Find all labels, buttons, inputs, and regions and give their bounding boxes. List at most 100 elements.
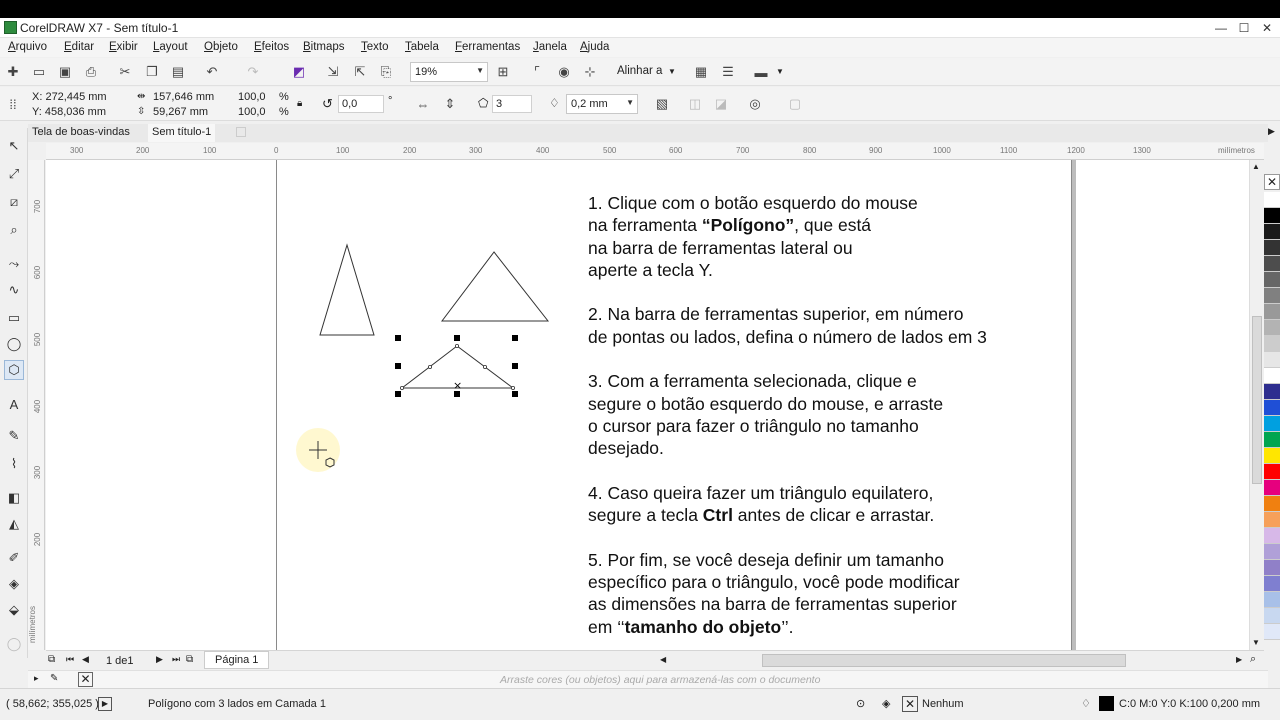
freehand-tool-icon[interactable]: ⤳ [4,254,24,274]
print-icon[interactable]: ⎙ [82,63,100,81]
color-swatch[interactable] [1264,304,1280,320]
publish-pdf-icon[interactable]: ⎘ [377,63,395,81]
rotation-angle-field[interactable]: 0,0 [338,95,384,113]
menu-editar[interactable]: Editar [64,41,94,53]
transparency-tool-icon[interactable]: ◭ [4,514,24,534]
color-swatch[interactable] [1264,560,1280,576]
export-icon[interactable]: ⇱ [351,63,369,81]
color-swatch[interactable] [1264,192,1280,208]
pick-tool-icon[interactable]: ↖ [4,136,24,156]
triangle-shape[interactable] [319,243,375,336]
color-swatch[interactable] [1264,528,1280,544]
snap-to-dropdown[interactable]: Alinhar a [617,65,662,77]
crop-tool-icon[interactable]: ⧄ [4,192,24,212]
polygon-sides-field[interactable]: 3 [492,95,532,113]
drop-shadow-icon[interactable]: ◧ [4,488,24,508]
previous-page-icon[interactable]: ◀ [82,654,89,665]
copy-icon[interactable]: ❐ [143,63,161,81]
window-layout-icon[interactable]: ▬ [752,63,770,81]
color-swatch[interactable] [1264,624,1280,640]
position-x-value[interactable]: X: 272,445 mm [32,91,107,103]
color-swatch[interactable] [1264,448,1280,464]
page-tab[interactable]: Página 1 [204,651,270,669]
menu-ajuda[interactable]: Ajuda [580,41,609,53]
outline-width-select[interactable]: 0,2 mm ▼ [566,94,638,114]
rectangle-tool-icon[interactable]: ▭ [4,308,24,328]
new-tab-icon[interactable] [236,127,246,137]
mirror-horizontal-icon[interactable]: ⇔ [414,95,432,113]
object-origin-icon[interactable]: ⁞⁞ [4,95,22,113]
palette-options-icon[interactable]: ▸ [34,673,39,684]
menu-texto[interactable]: Texto [361,41,389,53]
interactive-fill-icon[interactable]: ◈ [4,574,24,594]
first-page-icon[interactable]: ⏮ [66,654,74,665]
add-page-icon[interactable]: ⧉ [48,654,55,665]
redo-icon[interactable]: ↷ [244,63,262,81]
maximize-button[interactable]: ☐ [1233,18,1255,38]
triangle-shape[interactable] [440,251,550,322]
color-swatch[interactable] [1264,256,1280,272]
no-color-swatch-icon[interactable]: ✕ [1264,174,1280,190]
menu-bitmaps[interactable]: Bitmaps [303,41,345,53]
zoom-tool-icon[interactable]: ⌕ [4,220,24,240]
color-swatch[interactable] [1264,400,1280,416]
vertical-scrollbar[interactable]: ▲ ▼ [1249,160,1263,650]
color-swatch[interactable] [1264,224,1280,240]
mirror-vertical-icon[interactable]: ⇕ [441,95,459,113]
menu-efeitos[interactable]: Efeitos [254,41,289,53]
full-screen-icon[interactable]: ⊞ [494,63,512,81]
color-swatch[interactable] [1264,240,1280,256]
options-icon[interactable]: ▦ [692,63,710,81]
wrap-text-icon[interactable]: ▧ [653,95,671,113]
ellipse-tool-icon[interactable]: ◯ [4,334,24,354]
color-swatch[interactable] [1264,384,1280,400]
no-color-swatch-icon[interactable]: ✕ [78,672,93,687]
next-page-icon[interactable]: ▶ [156,654,163,665]
color-swatch[interactable] [1264,208,1280,224]
import-icon[interactable]: ⇲ [324,63,342,81]
last-page-icon[interactable]: ⏭ [172,654,180,665]
object-height-value[interactable]: 59,267 mm [153,106,208,118]
color-swatch[interactable] [1264,496,1280,512]
eyedropper-icon[interactable]: ✎ [50,673,58,684]
play-icon[interactable]: ▶ [98,697,112,711]
vertical-scroll-thumb[interactable] [1252,316,1262,484]
tab-untitled-document[interactable]: Sem título-1 [148,124,216,142]
open-folder-icon[interactable]: ▭ [30,63,48,81]
fill-info-icon[interactable]: ⊙ [856,697,865,710]
tabs-scroll-arrow-icon[interactable]: ▶ [1268,126,1275,137]
color-swatch[interactable] [1264,432,1280,448]
shape-tool-icon[interactable]: ⤢ [4,164,24,184]
color-swatch[interactable] [1264,592,1280,608]
color-swatch[interactable] [1264,320,1280,336]
menu-arquivo[interactable]: Arquivo [8,41,47,53]
menu-exibir[interactable]: Exibir [109,41,138,53]
drawing-canvas[interactable]: × 1. Clique com o botão esquerdo do mous… [46,160,1249,650]
position-y-value[interactable]: Y: 458,036 mm [32,106,106,118]
quick-customize-icon[interactable]: ◯ [4,634,24,654]
scale-x-value[interactable]: 100,0 [238,91,266,103]
scroll-down-icon[interactable]: ▼ [1252,638,1260,647]
weld-icon[interactable]: ◫ [686,95,704,113]
color-swatch[interactable] [1264,368,1280,384]
convert-to-curves-icon[interactable]: ◎ [746,95,764,113]
menu-ferramentas[interactable]: Ferramentas [455,41,520,53]
scroll-up-icon[interactable]: ▲ [1252,162,1260,171]
quick-customize-icon[interactable]: ▢ [786,95,804,113]
connector-tool-icon[interactable]: ⌇ [4,454,24,474]
show-rulers-icon[interactable]: ⌜ [528,63,546,81]
color-swatch[interactable] [1264,352,1280,368]
scroll-left-icon[interactable]: ◀ [660,655,666,664]
save-icon[interactable]: ▣ [56,63,74,81]
menu-objeto[interactable]: Objeto [204,41,238,53]
scale-y-value[interactable]: 100,0 [238,106,266,118]
cut-icon[interactable]: ✂ [116,63,134,81]
object-width-value[interactable]: 157,646 mm [153,91,214,103]
outline-pen-icon[interactable]: ♢ [1081,697,1091,710]
new-document-icon[interactable]: ✚ [4,63,22,81]
parallel-dimension-icon[interactable]: ✎ [4,426,24,446]
color-swatch[interactable] [1264,464,1280,480]
color-eyedropper-icon[interactable]: ✐ [4,548,24,568]
minimize-button[interactable]: — [1210,18,1232,38]
horizontal-scroll-thumb[interactable] [762,654,1126,667]
